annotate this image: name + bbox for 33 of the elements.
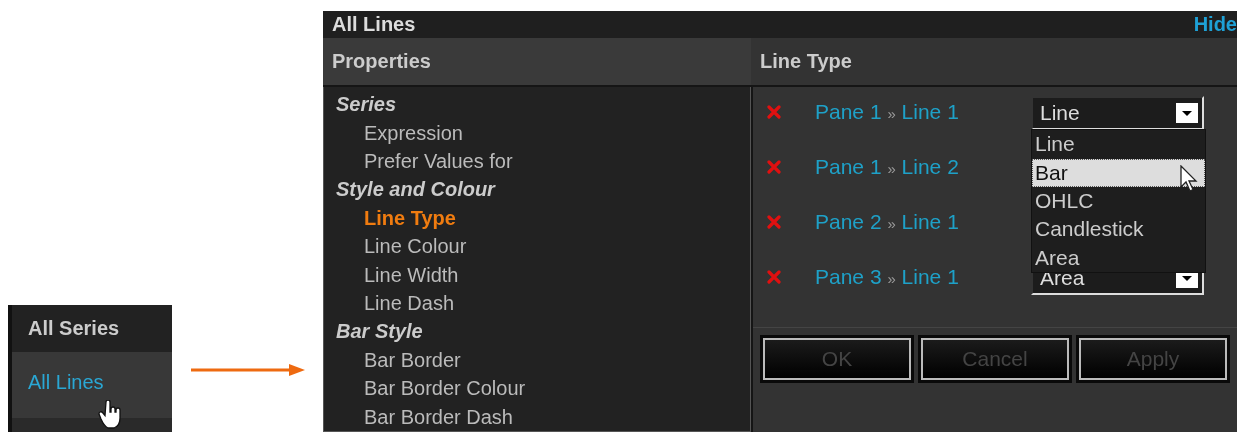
remove-icon[interactable]: [767, 270, 781, 285]
caret-icon: [1176, 103, 1198, 124]
group-heading: Series: [336, 92, 398, 118]
remove-icon[interactable]: [767, 215, 781, 230]
arrow-icon: [191, 364, 305, 376]
tree-item[interactable]: Expression: [336, 118, 750, 148]
group-heading: Bar Style: [336, 319, 424, 345]
dropdown-option[interactable]: OHLC: [1032, 187, 1205, 216]
remove-icon[interactable]: [767, 160, 781, 175]
dropdown-option[interactable]: Candlestick: [1032, 215, 1205, 244]
dropdown-field[interactable]: Line: [1031, 96, 1204, 131]
tree-item[interactable]: Line Width: [336, 260, 750, 290]
tree-item[interactable]: Bar Border Colour: [336, 374, 750, 403]
pointer-cursor-icon: [1179, 165, 1199, 194]
series-link[interactable]: Pane 1 » Line 1: [815, 99, 1031, 128]
tree-item[interactable]: Line Colour: [336, 232, 750, 261]
menu-item[interactable]: All Series: [12, 305, 172, 352]
series-link[interactable]: Pane 1 » Line 2: [815, 154, 1031, 183]
tree-item[interactable]: Bar Border Dash: [336, 402, 750, 431]
group-heading: Style and Colour: [336, 177, 497, 203]
column-heading: Properties: [323, 38, 751, 88]
tree-item[interactable]: Line Dash: [336, 289, 750, 318]
dropdown-option[interactable]: Bar: [1032, 158, 1205, 188]
dropdown-option[interactable]: Line: [1032, 130, 1205, 159]
menu-item[interactable]: All Lines: [12, 352, 172, 418]
series-link[interactable]: Pane 3 » Line 1: [815, 264, 1031, 293]
tree-item[interactable]: Prefer Values for: [336, 147, 750, 176]
window-title: All Lines: [332, 13, 416, 37]
tree-item[interactable]: Line Type: [336, 203, 750, 233]
tree-item[interactable]: Bar Border: [336, 345, 750, 375]
hide-link[interactable]: Hide: [1193, 13, 1237, 37]
remove-icon[interactable]: [767, 105, 781, 120]
series-link[interactable]: Pane 2 » Line 1: [815, 209, 1031, 238]
